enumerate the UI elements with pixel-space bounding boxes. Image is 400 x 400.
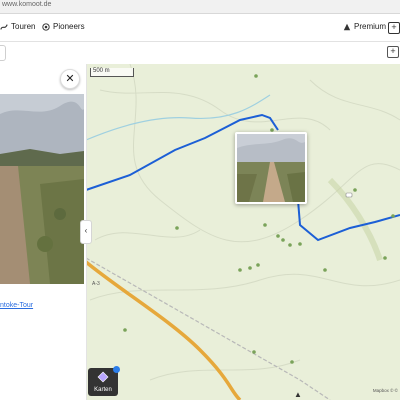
premium-mountain-icon [343,23,351,30]
poi-marker [175,226,179,230]
poi-marker [281,238,285,242]
trail-photo-thumbnail [237,134,305,202]
compass-icon[interactable]: ▲ [294,390,304,400]
poi-marker [252,350,256,354]
poi-marker [323,268,327,272]
parking-marker [345,192,353,198]
tour-link[interactable]: ntoke-Tour [0,302,33,309]
collapse-panel-button[interactable]: ‹ [80,220,92,244]
poi-marker [290,360,294,364]
info-indicator[interactable] [113,366,120,373]
tour-photo[interactable] [0,94,84,284]
map-scale: 500 m [90,68,134,77]
poi-marker [353,188,357,192]
pioneer-badge-icon [42,22,50,31]
browser-url-bar[interactable]: www.komoot.de [0,0,400,14]
landscape-photo [0,94,84,284]
map-toolbar: + [0,42,400,65]
poi-marker [248,266,252,270]
nav-pioneers-label: Pioneers [53,22,85,31]
poi-marker [123,328,127,332]
nav-pioneers[interactable]: Pioneers [42,22,85,31]
close-button[interactable]: ✕ [60,69,80,89]
poi-marker [263,223,267,227]
poi-marker [288,243,292,247]
map-photo-popup[interactable] [235,132,307,204]
search-input[interactable] [0,45,6,61]
tour-detail-panel: ✕ ntoke-Tour [0,64,87,400]
layers-icon [97,371,109,383]
nav-premium-label: Premium [354,22,387,31]
top-navigation: Touren Pioneers Premium + [0,14,400,42]
url-text: www.komoot.de [2,1,52,8]
map-type-label: Karten [94,387,112,393]
route-icon [0,23,8,30]
road-label: A-3 [92,281,100,287]
poi-marker [391,214,395,218]
poi-marker [238,268,242,272]
poi-marker [276,234,280,238]
poi-marker [254,74,258,78]
create-button[interactable]: + [388,22,400,34]
add-button[interactable]: + [387,46,399,58]
poi-marker [383,256,387,260]
map-attribution[interactable]: Mapbox © © [373,388,398,393]
nav-tours[interactable]: Touren [0,22,35,31]
nav-tours-label: Touren [11,22,36,31]
poi-marker [256,263,260,267]
nav-premium[interactable]: Premium [343,22,386,31]
poi-marker [298,242,302,246]
